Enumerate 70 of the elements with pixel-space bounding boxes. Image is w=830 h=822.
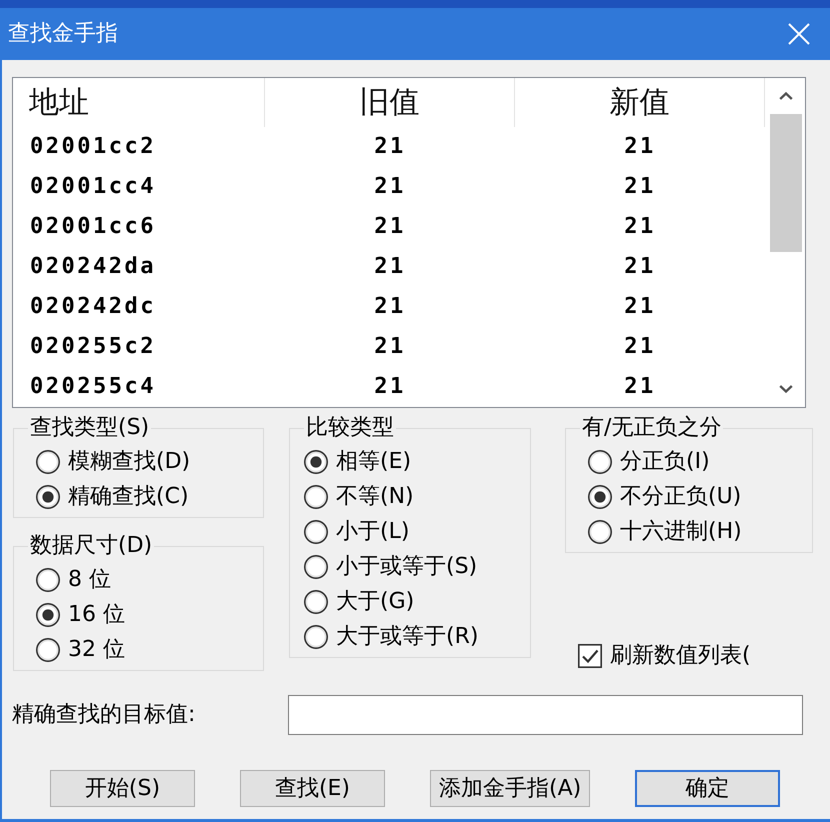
radio-label: 大于(G) [336,588,414,616]
table-cell-text: 21 [623,333,657,361]
radio-label: 模糊查找(D) [68,448,190,476]
radio-label: 十六进制(H) [620,518,742,546]
radio-label: 32 位 [68,636,125,664]
table-cell-text: 21 [623,373,657,401]
table-cell-text: 02001cc4 [29,173,157,201]
radio-button[interactable] [36,638,60,662]
radio-button[interactable] [304,555,328,579]
radio-button[interactable] [36,450,60,474]
column-header[interactable]: 地址 [13,78,265,127]
scroll-thumb[interactable] [770,114,802,252]
group-title: 比较类型 [305,415,395,441]
radio-button[interactable] [304,520,328,544]
radio-button[interactable] [588,450,612,474]
table-cell-text: 21 [373,373,407,401]
table-cell-text: 020255c4 [29,373,157,401]
radio-button[interactable] [588,520,612,544]
radio-label: 分正负(I) [620,448,710,476]
table-cell-text: 21 [373,293,407,321]
radio-button[interactable] [588,485,612,509]
radio-label: 不分正负(U) [620,483,742,511]
dialog-button[interactable]: 确定 [635,770,780,807]
window-title: 查找金手指 [8,20,118,48]
dialog-button[interactable]: 开始(S) [50,770,195,807]
checkbox[interactable] [578,644,602,668]
close-button[interactable] [788,23,810,45]
radio-button[interactable] [304,485,328,509]
radio-label: 相等(E) [336,448,412,476]
group-title: 有/无正负之分 [581,415,722,441]
table-cell-text: 21 [373,253,407,281]
field-label: 精确查找的目标值: [12,701,196,729]
dialog-button[interactable]: 查找(E) [240,770,385,807]
dialog-button[interactable]: 添加金手指(A) [430,770,590,807]
column-header[interactable]: 新值 [515,78,765,127]
group-title: 查找类型(S) [29,415,150,441]
table-cell-text: 21 [623,173,657,201]
radio-button[interactable] [304,625,328,649]
radio-button[interactable] [36,568,60,592]
table-cell-text: 21 [623,253,657,281]
radio-label: 精确查找(C) [68,483,189,511]
radio-label: 不等(N) [336,483,414,511]
radio-button[interactable] [304,590,328,614]
table-cell-text: 21 [373,333,407,361]
radio-label: 小于(L) [336,518,410,546]
table-cell-text: 02001cc6 [29,213,157,241]
radio-label: 16 位 [68,601,125,629]
scroll-down-icon[interactable] [779,385,793,393]
close-icon [788,23,810,45]
radio-label: 8 位 [68,566,111,594]
table-cell-text: 21 [623,133,657,161]
radio-label: 小于或等于(S) [336,553,478,581]
table-cell-text: 21 [373,173,407,201]
radio-label: 大于或等于(R) [336,623,478,651]
checkbox-label: 刷新数值列表( [610,642,751,670]
target-value-field[interactable] [288,695,803,735]
scroll-up-icon[interactable] [779,92,793,100]
radio-button[interactable] [36,485,60,509]
table-cell-text: 02001cc2 [29,133,157,161]
column-header[interactable]: 旧值 [265,78,515,127]
radio-button[interactable] [36,603,60,627]
table-cell-text: 21 [623,293,657,321]
table-cell-text: 21 [373,133,407,161]
table-cell-text: 020255c2 [29,333,157,361]
table-cell-text: 21 [623,213,657,241]
table-cell-text: 020242dc [29,293,157,321]
group-title: 数据尺寸(D) [29,533,154,559]
table-cell-text: 020242da [29,253,157,281]
radio-button[interactable] [304,450,328,474]
table-cell-text: 21 [373,213,407,241]
